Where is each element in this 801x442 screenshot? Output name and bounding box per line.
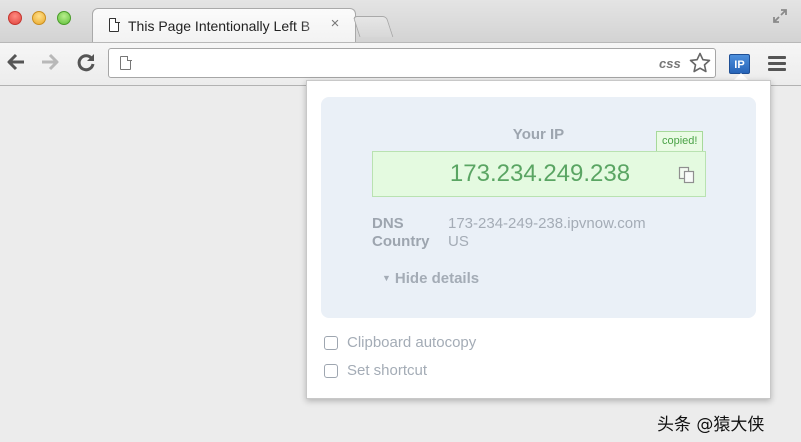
ip-address-box[interactable]: 173.234.249.238 [372,151,706,197]
set-shortcut-label[interactable]: Set shortcut [347,362,427,379]
title-bar: This Page Intentionally Left B × [0,0,801,43]
bookmark-star-icon[interactable] [688,51,712,80]
fullscreen-icon[interactable] [770,8,790,28]
css-extension-label[interactable]: css [659,56,681,71]
watermark: 头条 @猿大侠 [657,415,765,435]
caret-down-icon: ▼ [382,273,391,283]
forward-arrow-icon [42,53,59,71]
zoom-window-button[interactable] [57,11,71,25]
set-shortcut-checkbox[interactable] [324,364,338,378]
forward-button[interactable] [37,51,63,77]
copy-icon[interactable] [677,165,697,185]
reload-button[interactable] [73,51,99,77]
back-button[interactable] [3,51,29,77]
country-value: US [448,233,469,250]
tab-title: This Page Intentionally Left B [128,18,311,34]
minimize-window-button[interactable] [32,11,46,25]
clipboard-autocopy-label[interactable]: Clipboard autocopy [347,334,476,351]
country-key: Country [372,233,430,250]
clipboard-autocopy-checkbox[interactable] [324,336,338,350]
ip-popup: Your IP copied! 173.234.249.238 DNS 173-… [306,80,771,399]
ip-address-value[interactable]: 173.234.249.238 [373,152,707,196]
hamburger-menu-icon[interactable] [768,56,786,72]
dns-key: DNS [372,215,404,232]
back-arrow-icon [7,53,24,71]
tab-close-icon[interactable]: × [327,15,343,32]
browser-tab[interactable]: This Page Intentionally Left B × [92,8,356,43]
new-tab-button[interactable] [352,16,394,37]
address-bar[interactable]: css [108,48,716,78]
hide-details-label: Hide details [394,270,480,287]
page-icon [109,18,119,32]
reload-icon [77,54,95,72]
copied-badge: copied! [656,131,704,151]
ip-panel: Your IP copied! 173.234.249.238 DNS 173-… [321,97,756,318]
ip-extension-button[interactable]: IP [729,54,750,74]
close-window-button[interactable] [8,11,22,25]
hide-details-link[interactable]: ▼ Hide details [382,270,479,287]
page-icon [120,55,132,70]
dns-value: 173-234-249-238.ipvnow.com [448,215,646,232]
